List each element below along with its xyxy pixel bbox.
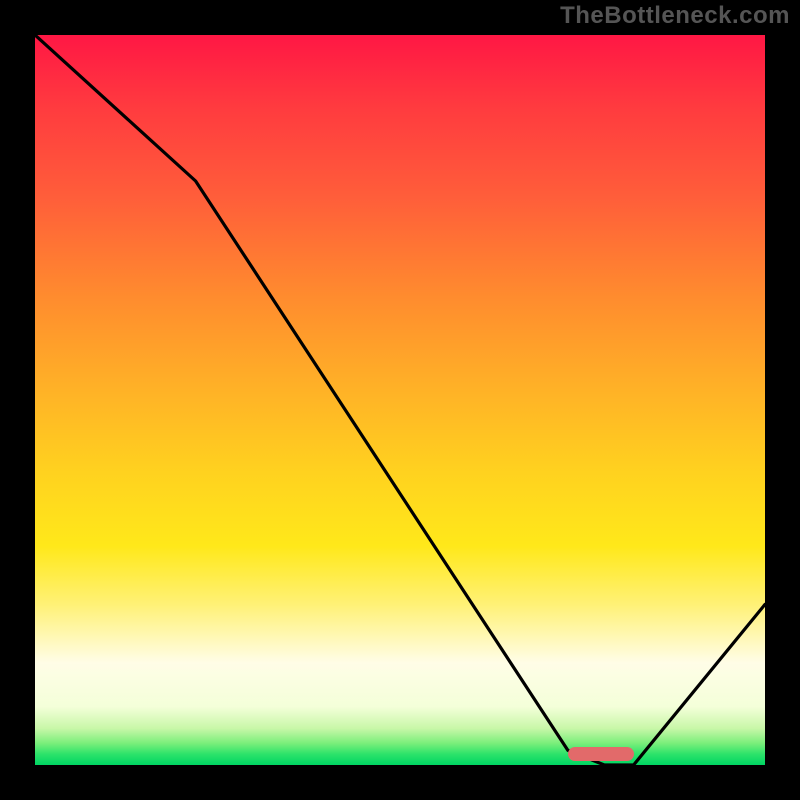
chart-frame: TheBottleneck.com (0, 0, 800, 800)
curve-svg (35, 35, 765, 765)
watermark-text: TheBottleneck.com (560, 2, 790, 30)
plot-area (35, 35, 765, 765)
optimal-range-marker (568, 747, 634, 761)
bottleneck-curve-path (35, 35, 765, 765)
